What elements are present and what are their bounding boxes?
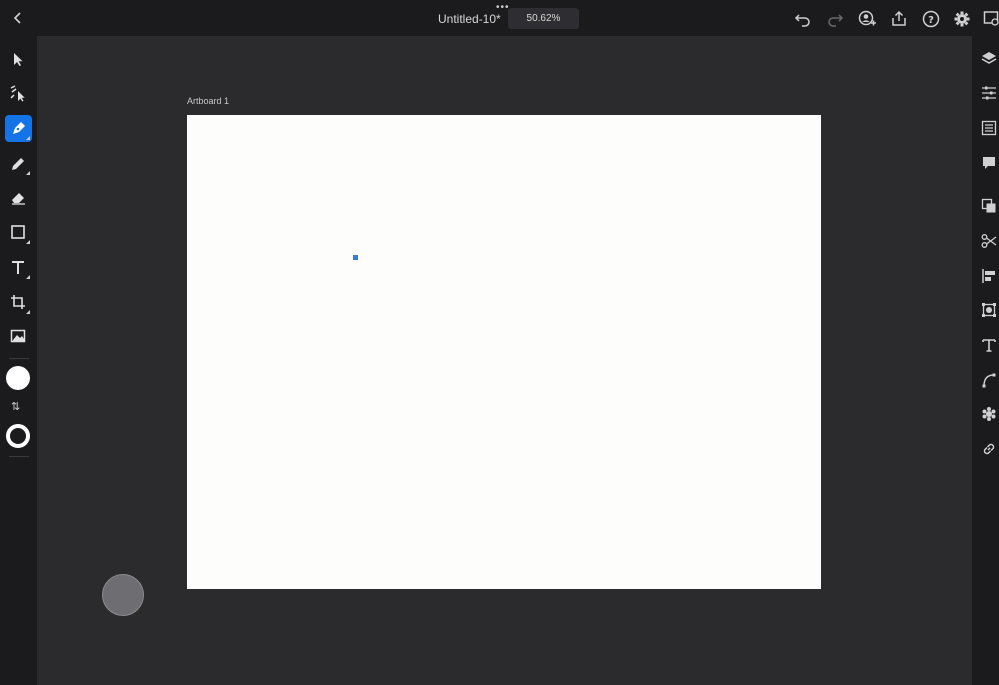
pointer-arrow-icon: [14, 53, 23, 66]
canvas-area[interactable]: Artboard 1: [37, 36, 972, 685]
effects-icon[interactable]: [981, 406, 997, 422]
square-icon: [11, 225, 25, 239]
comments-icon[interactable]: [981, 155, 997, 171]
settings-gear-icon[interactable]: [953, 10, 971, 28]
tool-flyout-indicator: [26, 136, 30, 140]
artboard[interactable]: [187, 115, 821, 589]
libraries-icon[interactable]: [981, 120, 997, 136]
fill-color-swatch[interactable]: [6, 366, 30, 390]
preview-icon[interactable]: [983, 10, 999, 28]
image-tool[interactable]: [5, 323, 32, 350]
toolbar-divider: [9, 456, 29, 457]
tool-flyout-indicator: [26, 240, 30, 244]
link-icon[interactable]: [981, 441, 997, 457]
tool-flyout-indicator: [26, 171, 30, 175]
tool-flyout-indicator: [26, 275, 30, 279]
document-title[interactable]: Untitled-10*: [438, 12, 501, 26]
share-icon[interactable]: [890, 10, 908, 28]
crop-icon: [11, 295, 25, 309]
right-panel: [972, 36, 999, 685]
invite-user-icon[interactable]: [858, 10, 876, 28]
path-icon[interactable]: [981, 372, 997, 388]
eraser-tool[interactable]: [5, 184, 32, 211]
tool-flyout-indicator: [26, 310, 30, 314]
image-icon: [10, 329, 26, 343]
back-chevron-icon[interactable]: [10, 10, 26, 26]
properties-icon[interactable]: [981, 85, 997, 101]
shape-tool[interactable]: [5, 219, 32, 246]
type-tool[interactable]: [5, 254, 32, 281]
stroke-color-swatch[interactable]: [6, 424, 30, 448]
crop-tool[interactable]: [5, 289, 32, 316]
touch-shortcut-button[interactable]: [102, 574, 144, 616]
type-icon: [12, 261, 24, 274]
direct-select-tool[interactable]: [5, 80, 32, 107]
swap-colors-icon[interactable]: ⇅: [11, 400, 20, 413]
top-bar: ••• Untitled-10* 50.62% ?: [0, 0, 999, 36]
select-tool[interactable]: [5, 46, 32, 73]
transform-icon[interactable]: [981, 302, 997, 318]
align-icon[interactable]: [981, 268, 997, 284]
left-toolbar: ⇅: [0, 36, 37, 685]
zoom-level-display[interactable]: 50.62%: [508, 8, 579, 29]
help-icon[interactable]: ?: [922, 10, 940, 28]
pen-tool[interactable]: [5, 115, 32, 142]
svg-text:?: ?: [928, 15, 934, 26]
pencil-icon: [12, 158, 24, 170]
undo-icon[interactable]: [794, 10, 812, 28]
arrange-icon[interactable]: [981, 198, 997, 214]
pen-icon: [13, 122, 25, 134]
cut-icon[interactable]: [981, 233, 997, 249]
layers-icon[interactable]: [981, 51, 997, 67]
path-anchor-point[interactable]: [353, 255, 358, 260]
eraser-icon: [12, 193, 25, 205]
toolbar-divider: [9, 358, 29, 359]
artboard-label[interactable]: Artboard 1: [187, 96, 229, 106]
redo-icon[interactable]: [826, 10, 844, 28]
text-properties-icon[interactable]: [981, 337, 997, 353]
pencil-tool[interactable]: [5, 150, 32, 177]
node-select-icon: [10, 85, 25, 102]
